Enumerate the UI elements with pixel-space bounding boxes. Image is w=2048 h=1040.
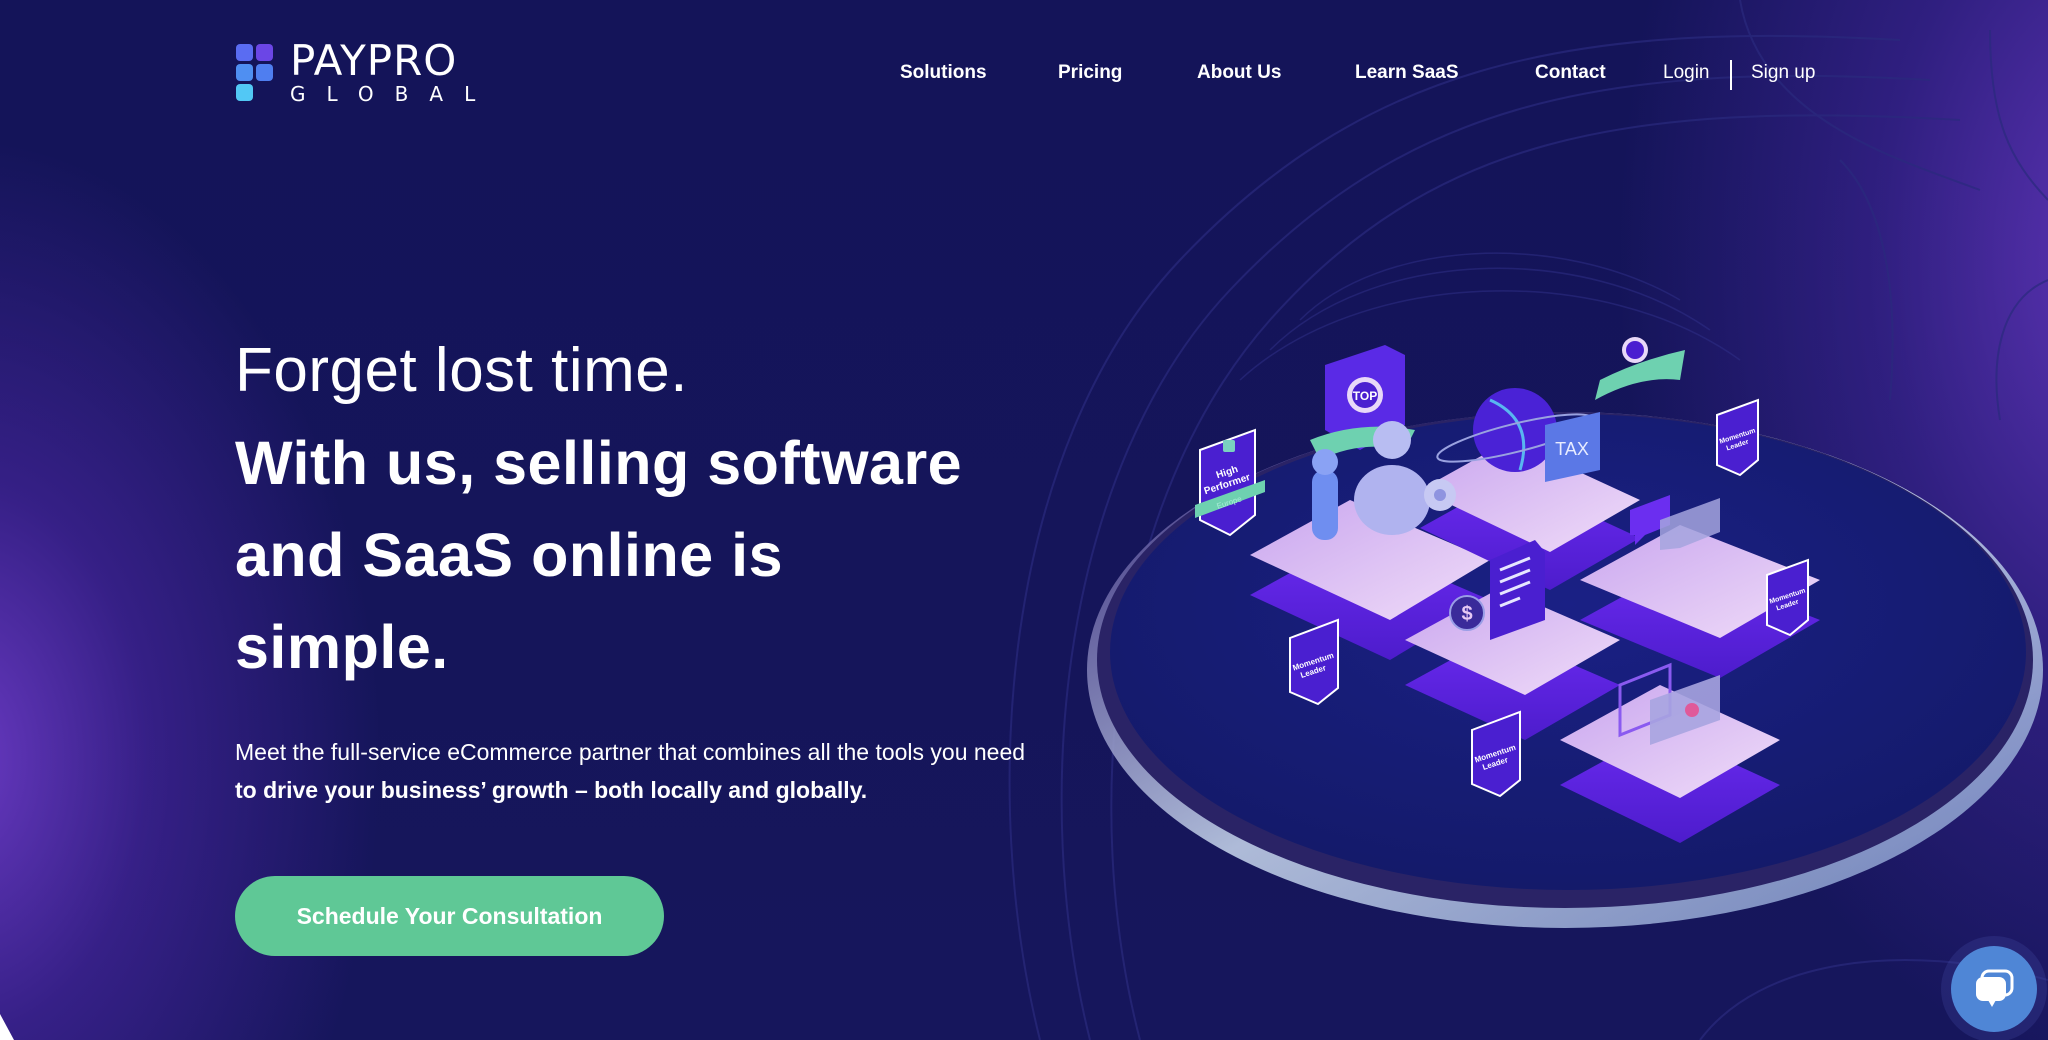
dollar-coin-icon: $ [1449, 595, 1485, 631]
tax-label: TAX [1555, 439, 1589, 459]
top-badge-label: TOP [1353, 389, 1377, 403]
paypro-global-logo[interactable]: PAYPRO GLOBAL [236, 40, 496, 104]
hero-title-light: Forget lost time. [235, 336, 688, 405]
hero-title-line-3: simple. [235, 613, 449, 681]
hero-title-line-1: With us, selling software [235, 429, 963, 497]
nav-divider [1730, 60, 1732, 90]
hero-subtitle-bold: to drive your business’ growth – both lo… [235, 777, 868, 803]
isometric-platform-illustration: TOP TAX $ High Performer Europe Momentum… [1087, 337, 2043, 928]
hero-title-line-2: and SaaS online is [235, 521, 783, 589]
chat-widget-button[interactable] [1951, 946, 2037, 1032]
schedule-consultation-button[interactable]: Schedule Your Consultation [235, 876, 664, 956]
nav-solutions[interactable]: Solutions [900, 62, 987, 84]
hero-subtitle-regular: Meet the full-service eCommerce partner … [235, 739, 1026, 765]
chat-bubbles-icon [1976, 969, 2014, 1007]
badge-momentum-leader: Momentum Leader [1716, 398, 1759, 477]
nav-about-us[interactable]: About Us [1197, 62, 1281, 84]
paypro-squares-logo-icon [236, 42, 274, 102]
hero-illustration: TOP TAX $ High Performer Europe Momentum… [1020, 320, 2048, 940]
nav-pricing[interactable]: Pricing [1058, 62, 1122, 84]
logo-wordmark-bottom: GLOBAL [290, 82, 497, 106]
gear-icon [1424, 479, 1456, 511]
nav-contact[interactable]: Contact [1535, 62, 1606, 84]
corner-decoration [0, 1014, 14, 1040]
hero-title: Forget lost time. With us, selling softw… [235, 325, 1055, 693]
nav-learn-saas[interactable]: Learn SaaS [1355, 62, 1459, 84]
login-link[interactable]: Login [1663, 62, 1710, 84]
logo-wordmark-top: PAYPRO [290, 36, 458, 85]
hero-subtitle: Meet the full-service eCommerce partner … [235, 733, 1035, 809]
signup-link[interactable]: Sign up [1751, 62, 1815, 84]
top-performer-ribbon [1595, 337, 1685, 400]
dollar-label: $ [1461, 603, 1472, 625]
